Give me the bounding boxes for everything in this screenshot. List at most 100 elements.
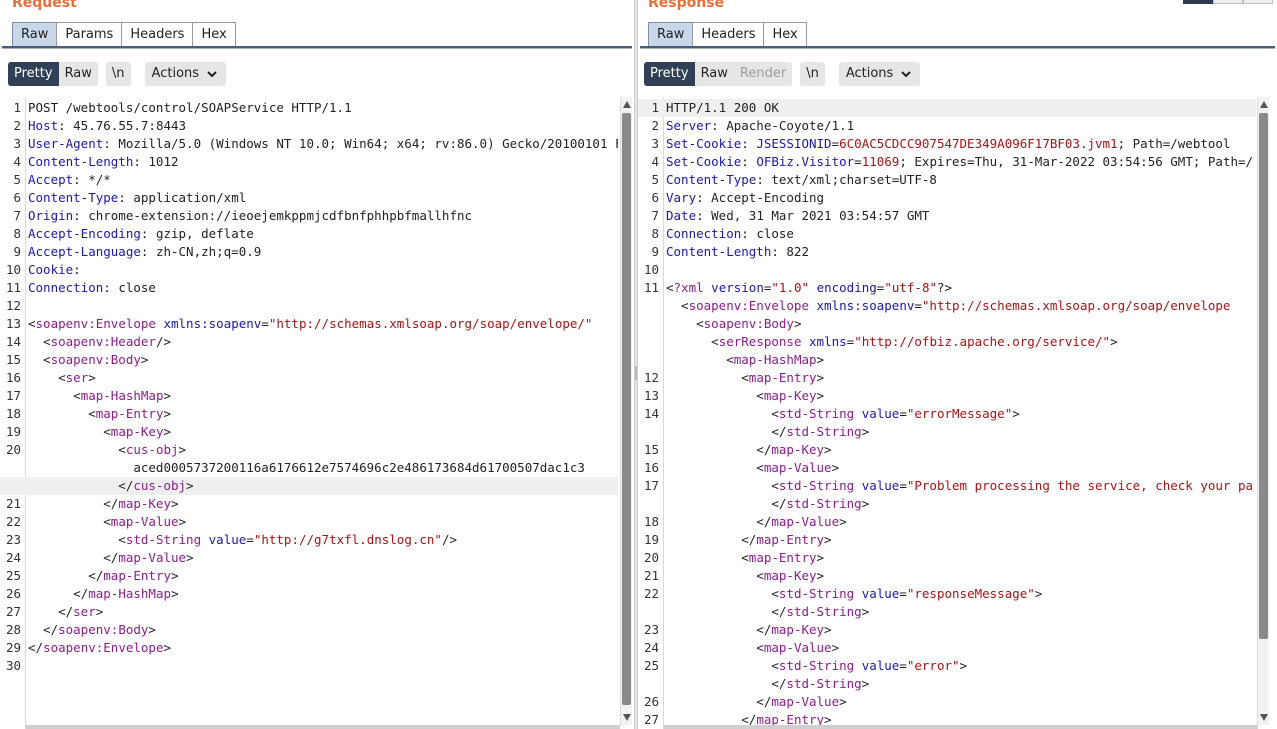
response-line[interactable]: 2 Server: Apache-Coyote/1.1 [638, 117, 1256, 135]
request-line[interactable]: 16 <ser> [0, 369, 618, 387]
request-tab-hex[interactable]: Hex [192, 22, 236, 47]
response-scroll-thumb[interactable] [1259, 113, 1268, 639]
response-line[interactable]: <serResponse xmlns="http://ofbiz.apache.… [638, 333, 1256, 351]
request-horizontal-scrollbar[interactable] [26, 725, 620, 729]
response-editor[interactable]: 1 HTTP/1.1 200 OK 2 Server: Apache-Coyote/1… [638, 97, 1256, 729]
response-line[interactable]: 3 Set-Cookie: JSESSIONID=6C0AC5CDCC907547… [638, 135, 1256, 153]
request-line[interactable]: 15 <soapenv:Body> [0, 351, 618, 369]
request-tab-params[interactable]: Params [56, 22, 123, 47]
response-tab-hex[interactable]: Hex [763, 22, 807, 47]
response-tab-headers[interactable]: Headers [692, 22, 765, 47]
splitter-grip[interactable] [635, 366, 637, 380]
response-line[interactable]: 8 Connection: close [638, 225, 1256, 243]
response-line[interactable]: </std-String> [638, 675, 1256, 693]
request-pretty-button[interactable]: Pretty [8, 62, 59, 86]
response-line[interactable]: 22 <std-String value="responseMessage"> [638, 585, 1256, 603]
arrow-down-icon[interactable] [1260, 714, 1268, 721]
request-line[interactable]: 21 </map-Key> [0, 495, 618, 513]
response-line[interactable]: 26 </map-Value> [638, 693, 1256, 711]
request-editor[interactable]: 1 POST /webtools/control/SOAPService HTTP… [0, 97, 618, 729]
response-line[interactable]: 19 </map-Entry> [638, 531, 1256, 549]
response-line[interactable]: 21 <map-Key> [638, 567, 1256, 585]
request-line[interactable]: 20 <cus-obj> [0, 441, 618, 459]
response-line[interactable]: 12 <map-Entry> [638, 369, 1256, 387]
response-line[interactable]: 20 <map-Entry> [638, 549, 1256, 567]
request-actions-button[interactable]: Actions [144, 62, 227, 86]
response-vertical-scrollbar[interactable] [1257, 97, 1269, 725]
response-pretty-button[interactable]: Pretty [644, 62, 695, 86]
request-line[interactable]: 13 <soapenv:Envelope xmlns:soapenv="http:… [0, 315, 618, 333]
response-line[interactable]: 7 Date: Wed, 31 Mar 2021 03:54:57 GMT [638, 207, 1256, 225]
request-line[interactable]: 6 Content-Type: application/xml [0, 189, 618, 207]
request-line[interactable]: 3 User-Agent: Mozilla/5.0 (Windows NT 10.… [0, 135, 618, 153]
request-line[interactable]: 19 <map-Key> [0, 423, 618, 441]
request-line[interactable]: 22 <map-Value> [0, 513, 618, 531]
response-line[interactable]: 25 <std-String value="error"> [638, 657, 1256, 675]
response-line[interactable]: </std-String> [638, 603, 1256, 621]
response-line[interactable]: </std-String> [638, 495, 1256, 513]
response-line[interactable]: 6 Vary: Accept-Encoding [638, 189, 1256, 207]
response-line[interactable]: 24 <map-Value> [638, 639, 1256, 657]
response-line[interactable]: 18 </map-Value> [638, 513, 1256, 531]
request-scroll-thumb[interactable] [622, 113, 631, 705]
request-vertical-scrollbar[interactable] [620, 97, 632, 725]
request-line[interactable]: 29 </soapenv:Envelope> [0, 639, 618, 657]
code-token: > [861, 424, 870, 439]
response-line[interactable]: </std-String> [638, 423, 1256, 441]
layout-toggle-vertical[interactable] [1243, 0, 1273, 4]
response-horizontal-scrollbar[interactable] [664, 725, 1258, 729]
request-line[interactable]: 4 Content-Length: 1012 [0, 153, 618, 171]
arrow-up-icon[interactable] [623, 101, 631, 108]
request-line[interactable]: 17 <map-HashMap> [0, 387, 618, 405]
layout-toggle-horizontal[interactable] [1213, 0, 1243, 4]
response-line[interactable]: <map-HashMap> [638, 351, 1256, 369]
response-raw-button[interactable]: Raw [694, 62, 734, 86]
layout-toggle[interactable] [1183, 0, 1273, 4]
response-render-button[interactable]: Render [733, 62, 793, 86]
request-line[interactable]: 1 POST /webtools/control/SOAPService HTTP… [0, 99, 618, 117]
request-line[interactable]: 10 Cookie: [0, 261, 618, 279]
response-line[interactable]: <soapenv:Body> [638, 315, 1256, 333]
request-line[interactable]: aced0005737200116a6176612e7574696c2e4861… [0, 459, 618, 477]
request-line[interactable]: 2 Host: 45.76.55.7:8443 [0, 117, 618, 135]
request-line[interactable]: 18 <map-Entry> [0, 405, 618, 423]
response-line[interactable]: 4 Set-Cookie: OFBiz.Visitor=11069; Expire… [638, 153, 1256, 171]
request-line[interactable]: 30 [0, 657, 618, 675]
response-line[interactable]: 15 </map-Key> [638, 441, 1256, 459]
request-line[interactable]: </cus-obj> [0, 477, 618, 495]
request-line[interactable]: 7 Origin: chrome-extension://ieoejemkppmj… [0, 207, 618, 225]
request-line[interactable]: 24 </map-Value> [0, 549, 618, 567]
request-line[interactable]: 27 </ser> [0, 603, 618, 621]
arrow-up-icon[interactable] [1260, 101, 1268, 108]
request-line[interactable]: 14 <soapenv:Header/> [0, 333, 618, 351]
request-tab-headers[interactable]: Headers [121, 22, 194, 47]
request-line[interactable]: 26 </map-HashMap> [0, 585, 618, 603]
request-line[interactable]: 23 <std-String value="http://g7txfl.dnsl… [0, 531, 618, 549]
response-line[interactable]: 14 <std-String value="errorMessage"> [638, 405, 1256, 423]
layout-toggle-split[interactable] [1183, 0, 1213, 4]
response-line[interactable]: 9 Content-Length: 822 [638, 243, 1256, 261]
response-tab-raw[interactable]: Raw [648, 22, 694, 47]
arrow-down-icon[interactable] [623, 714, 631, 721]
response-line[interactable]: 5 Content-Type: text/xml;charset=UTF-8 [638, 171, 1256, 189]
request-raw-button[interactable]: Raw [58, 62, 98, 86]
response-line[interactable]: 23 </map-Key> [638, 621, 1256, 639]
response-line[interactable]: 16 <map-Value> [638, 459, 1256, 477]
response-actions-button[interactable]: Actions [838, 62, 921, 86]
request-line[interactable]: 5 Accept: */* [0, 171, 618, 189]
request-line[interactable]: 12 [0, 297, 618, 315]
response-newline-toggle[interactable]: \n [800, 62, 825, 86]
request-line[interactable]: 25 </map-Entry> [0, 567, 618, 585]
response-line[interactable]: 17 <std-String value="Problem processing… [638, 477, 1256, 495]
request-line[interactable]: 9 Accept-Language: zh-CN,zh;q=0.9 [0, 243, 618, 261]
response-line[interactable]: 10 [638, 261, 1256, 279]
request-tab-raw[interactable]: Raw [12, 22, 58, 47]
request-line[interactable]: 28 </soapenv:Body> [0, 621, 618, 639]
response-line[interactable]: 11 <?xml version="1.0" encoding="utf-8"?> [638, 279, 1256, 297]
request-newline-toggle[interactable]: \n [105, 62, 131, 86]
response-line[interactable]: 13 <map-Key> [638, 387, 1256, 405]
response-line[interactable]: 1 HTTP/1.1 200 OK [638, 99, 1256, 117]
request-line[interactable]: 8 Accept-Encoding: gzip, deflate [0, 225, 618, 243]
response-line[interactable]: <soapenv:Envelope xmlns:soapenv="http://… [638, 297, 1256, 315]
request-line[interactable]: 11 Connection: close [0, 279, 618, 297]
